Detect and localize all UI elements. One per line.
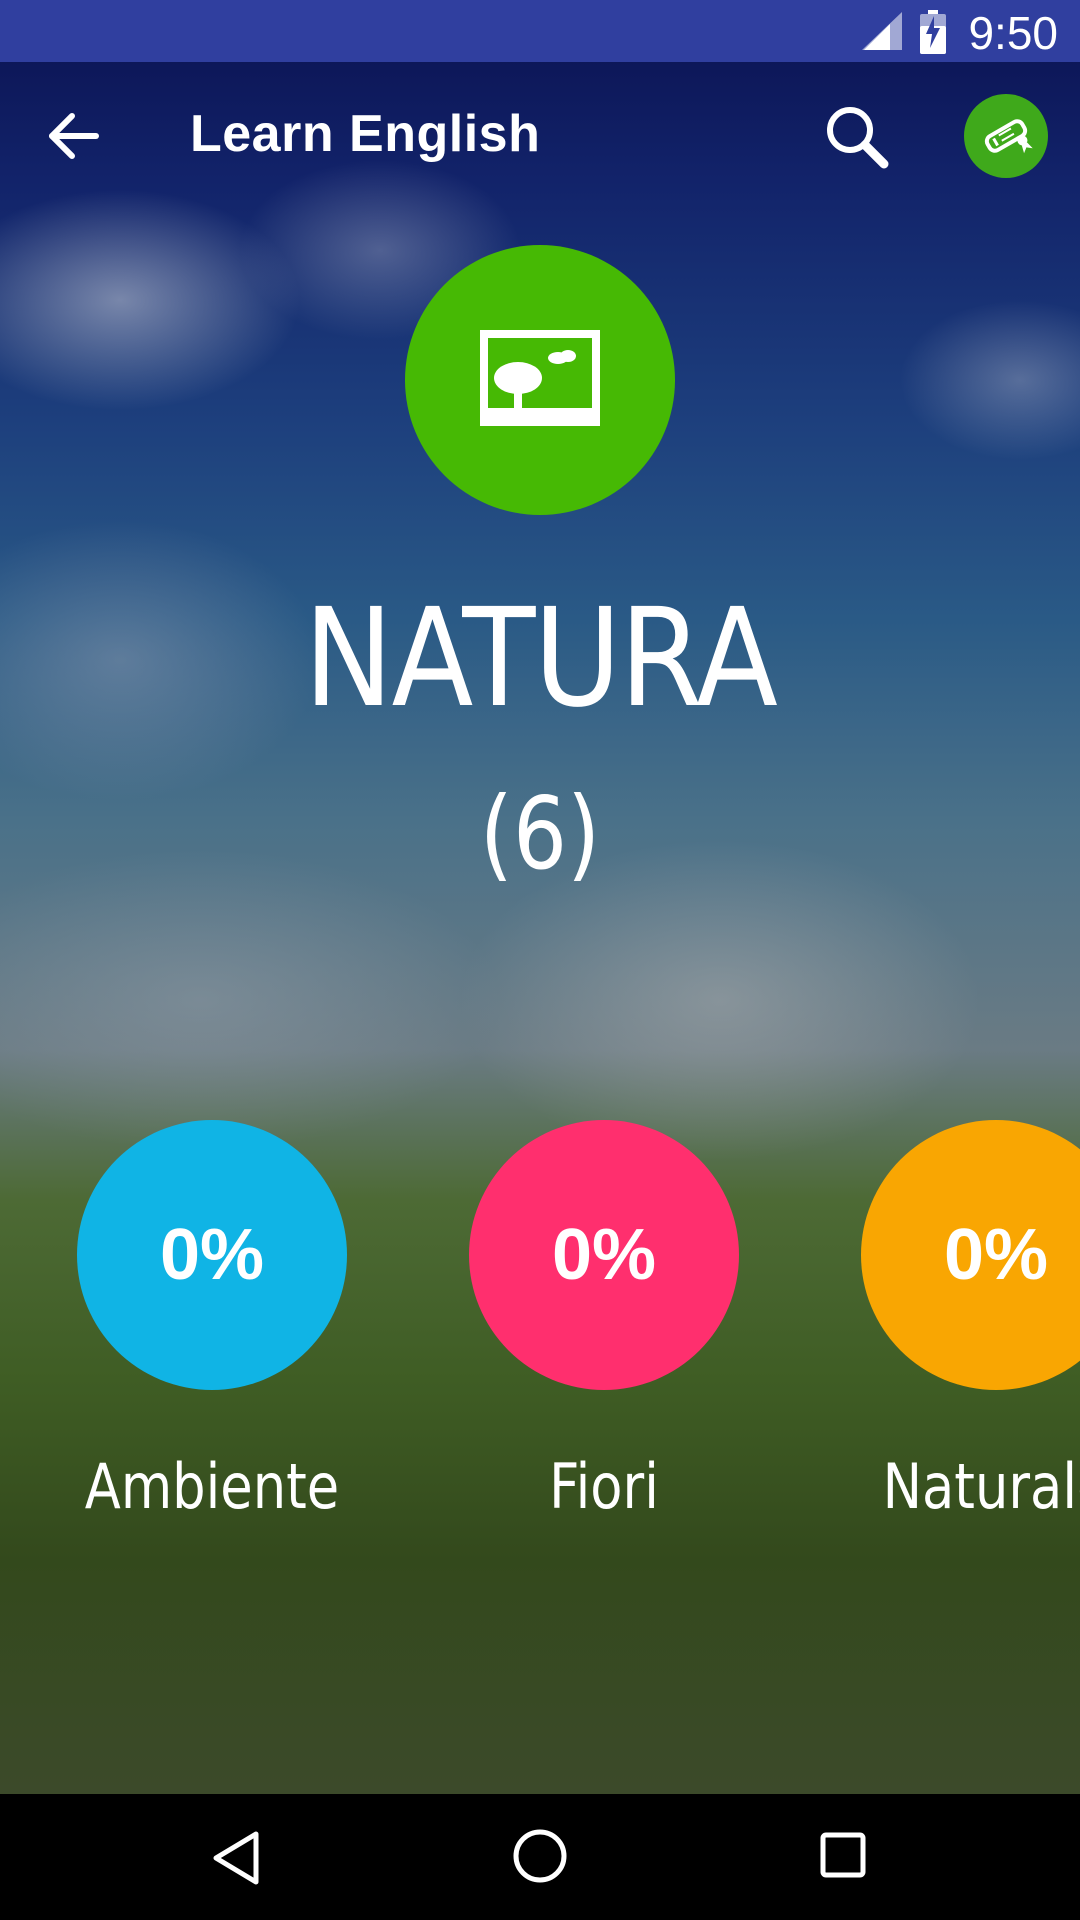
category-title: NATURA [303,580,778,738]
progress-percent: 0% [943,1215,1049,1295]
certificate-icon [984,119,1033,154]
subcategory-naturale[interactable]: 0% Naturale [861,1120,1080,1540]
signal-icon [862,12,902,50]
category-badge [405,245,675,515]
subcategory-label: Naturale [882,1450,1080,1523]
progress-circle[interactable]: 0% [469,1120,739,1390]
subcategory-label: Fiori [549,1450,659,1523]
search-button[interactable] [822,102,892,172]
certificate-button[interactable] [964,94,1048,178]
status-time: 9:50 [968,7,1058,59]
nav-recents-icon[interactable] [820,1832,866,1878]
battery-icon [920,10,946,54]
app-bar: Learn English [0,62,1080,210]
search-icon [827,107,889,169]
status-bar: 9:50 [0,0,1080,62]
subcategory-fiori[interactable]: 0% Fiori [469,1120,739,1540]
progress-percent: 0% [159,1215,265,1295]
nav-home-icon[interactable] [510,1826,570,1886]
progress-percent: 0% [551,1215,657,1295]
progress-circle[interactable]: 0% [77,1120,347,1390]
navigation-bar [0,1794,1080,1920]
subcategory-label: Ambiente [84,1450,340,1523]
subcategory-ambiente[interactable]: 0% Ambiente [77,1120,347,1540]
app-title: Learn English [190,105,541,163]
arrow-left-icon [49,113,99,159]
nav-back-icon[interactable] [210,1830,262,1886]
progress-circle[interactable]: 0% [861,1120,1080,1390]
category-count: (6) [479,775,601,892]
landscape-picture-icon [480,330,600,426]
back-button[interactable] [40,102,108,170]
